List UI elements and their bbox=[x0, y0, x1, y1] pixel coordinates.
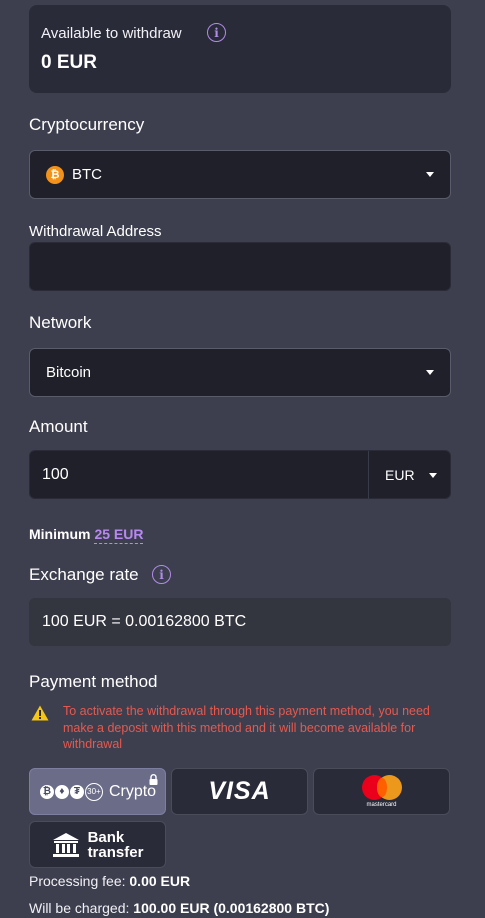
payment-mastercard-card[interactable]: mastercard bbox=[313, 768, 450, 815]
network-select[interactable]: Bitcoin bbox=[29, 348, 451, 397]
crypto-coins-icons: ₿ ♦ ₮ 30+ bbox=[38, 782, 103, 801]
bank-transfer-line2: transfer bbox=[87, 843, 144, 861]
chevron-down-icon bbox=[429, 473, 437, 478]
will-be-charged-label: Will be charged: bbox=[29, 900, 130, 916]
mastercard-wordmark: mastercard bbox=[366, 802, 397, 808]
bitcoin-icon: ₿ bbox=[38, 783, 55, 800]
will-be-charged-value: 100.00 EUR (0.00162800 BTC) bbox=[133, 900, 330, 916]
processing-fee-value: 0.00 EUR bbox=[129, 873, 191, 889]
currency-select[interactable]: EUR bbox=[369, 451, 452, 500]
more-coins-badge: 30+ bbox=[84, 782, 103, 801]
cryptocurrency-selected: BTC bbox=[72, 166, 102, 183]
payment-method-label: Payment method bbox=[29, 672, 158, 691]
mastercard-logo: mastercard bbox=[361, 775, 402, 808]
warning-icon bbox=[31, 705, 49, 721]
chevron-down-icon bbox=[426, 370, 434, 375]
mastercard-icon bbox=[361, 775, 402, 800]
bank-transfer-label: Bank transfer bbox=[88, 830, 144, 860]
bank-icon bbox=[52, 832, 79, 857]
amount-label: Amount bbox=[29, 417, 88, 436]
info-icon: i bbox=[152, 565, 171, 584]
network-selected: Bitcoin bbox=[46, 364, 92, 381]
payment-visa-card[interactable]: VISA bbox=[171, 768, 308, 815]
processing-fee-label: Processing fee: bbox=[29, 873, 126, 889]
visa-logo: VISA bbox=[208, 777, 271, 805]
cryptocurrency-label: Cryptocurrency bbox=[29, 115, 145, 134]
exchange-rate-label: Exchange rate bbox=[29, 565, 139, 584]
cryptocurrency-select[interactable]: ₿ BTC bbox=[29, 150, 451, 199]
crypto-label: Crypto bbox=[108, 782, 157, 800]
network-label: Network bbox=[29, 313, 92, 332]
lock-icon bbox=[149, 774, 158, 785]
balance-info-button[interactable]: i bbox=[207, 23, 226, 42]
withdrawal-address-input[interactable] bbox=[29, 242, 451, 291]
amount-input-group: 100 EUR bbox=[29, 450, 452, 500]
info-icon: i bbox=[207, 23, 226, 42]
minimum-value[interactable]: 25 EUR bbox=[94, 526, 144, 544]
withdrawal-address-label: Withdrawal Address bbox=[29, 223, 162, 240]
balance-value: 0 EUR bbox=[41, 52, 97, 73]
will-be-charged: Will be charged: 100.00 EUR (0.00162800 … bbox=[29, 900, 329, 916]
ethereum-icon: ♦ bbox=[53, 783, 70, 800]
exchange-rate-info-button[interactable]: i bbox=[152, 565, 171, 584]
amount-input[interactable]: 100 bbox=[42, 466, 69, 484]
bitcoin-icon: ₿ bbox=[46, 165, 64, 184]
exchange-rate-value: 100 EUR = 0.00162800 BTC bbox=[29, 598, 451, 646]
payment-bank-transfer-card[interactable]: Bank transfer bbox=[29, 821, 166, 868]
processing-fee: Processing fee: 0.00 EUR bbox=[29, 873, 190, 889]
minimum-amount: Minimum 25 EUR bbox=[29, 526, 144, 544]
balance-card: Available to withdraw i 0 EUR bbox=[29, 5, 451, 93]
currency-selected: EUR bbox=[385, 467, 415, 483]
chevron-down-icon bbox=[426, 172, 434, 177]
tether-icon: ₮ bbox=[68, 783, 85, 800]
minimum-label: Minimum bbox=[29, 526, 91, 542]
balance-label: Available to withdraw bbox=[41, 25, 182, 42]
payment-crypto-card[interactable]: ₿ ♦ ₮ 30+ Crypto bbox=[29, 768, 166, 815]
bank-transfer-line1: Bank bbox=[87, 828, 125, 846]
warning-text: To activate the withdrawal through this … bbox=[63, 704, 430, 751]
